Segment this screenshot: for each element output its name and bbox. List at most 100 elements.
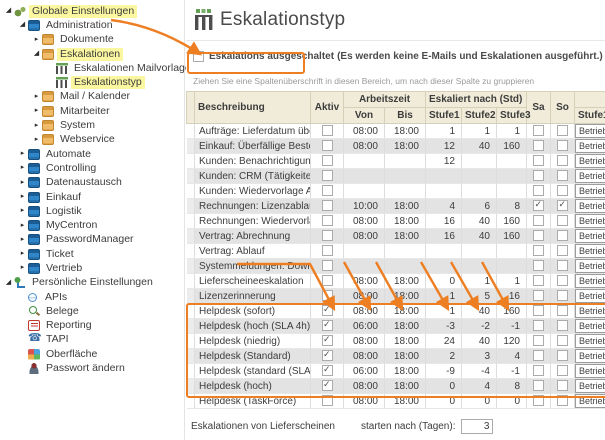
sa-checkbox[interactable] bbox=[533, 170, 544, 181]
cell-stufe1[interactable] bbox=[426, 169, 462, 184]
cell-beschreibung[interactable]: Aufträge: Lieferdatum überschritten bbox=[195, 124, 311, 139]
sa-checkbox[interactable] bbox=[533, 215, 544, 226]
cell-von[interactable]: 08:00 bbox=[344, 229, 385, 244]
aktiv-checkbox[interactable] bbox=[322, 215, 333, 226]
tree-expander-icon[interactable]: ▸ bbox=[31, 119, 42, 133]
cell-bis[interactable] bbox=[385, 184, 426, 199]
so-checkbox[interactable] bbox=[557, 395, 568, 406]
so-checkbox[interactable] bbox=[557, 335, 568, 346]
cell-von[interactable]: 08:00 bbox=[344, 334, 385, 349]
cell-stufe2[interactable]: 0 bbox=[462, 394, 497, 409]
cell-bis[interactable] bbox=[385, 169, 426, 184]
cell-beschreibung[interactable]: Vertrag: Ablauf bbox=[195, 244, 311, 259]
cell-von[interactable]: 08:00 bbox=[344, 124, 385, 139]
cell-beschreibung[interactable]: Vertrag: Abrechnung bbox=[195, 229, 311, 244]
tree-item-mail-kalender[interactable]: ▸Mail / Kalender bbox=[0, 90, 184, 104]
tree-expander-icon[interactable]: ◢ bbox=[31, 47, 42, 61]
tree-item-controlling[interactable]: ▸Controlling bbox=[0, 161, 184, 175]
sa-checkbox[interactable] bbox=[533, 380, 544, 391]
cell-bis[interactable]: 18:00 bbox=[385, 124, 426, 139]
sa-checkbox[interactable] bbox=[533, 365, 544, 376]
tree-item-apis[interactable]: APIs bbox=[0, 290, 184, 304]
so-checkbox[interactable] bbox=[557, 365, 568, 376]
aktiv-checkbox[interactable] bbox=[322, 170, 333, 181]
so-checkbox[interactable] bbox=[557, 245, 568, 256]
sa-checkbox[interactable] bbox=[533, 305, 544, 316]
tree-expander-icon[interactable]: ▸ bbox=[17, 176, 28, 190]
cell-stufe2[interactable]: 3 bbox=[462, 349, 497, 364]
tree-expander-icon[interactable]: ▸ bbox=[17, 161, 28, 175]
tree-expander-icon[interactable]: ▸ bbox=[17, 233, 28, 247]
tree-expander-icon[interactable]: ▸ bbox=[31, 133, 42, 147]
stufe1-dropdown[interactable]: Betrieb bbox=[575, 124, 605, 138]
column-header-von[interactable]: Von bbox=[344, 108, 385, 124]
cell-stufe2[interactable]: 5 bbox=[462, 289, 497, 304]
cell-stufe1[interactable]: 1 bbox=[426, 289, 462, 304]
cell-stufe1[interactable]: 2 bbox=[426, 349, 462, 364]
column-header-aktiv[interactable]: Aktiv bbox=[311, 92, 344, 124]
tree-item-mycentron[interactable]: ▸MyCentron bbox=[0, 218, 184, 232]
tree-item-dokumente[interactable]: ▸Dokumente bbox=[0, 33, 184, 47]
cell-stufe3[interactable] bbox=[497, 154, 527, 169]
tree-expander-icon[interactable]: ◢ bbox=[3, 4, 14, 18]
sa-checkbox[interactable] bbox=[533, 275, 544, 286]
so-checkbox[interactable] bbox=[557, 200, 568, 211]
column-header-stufe1-right[interactable]: Stufe1 bbox=[575, 108, 605, 124]
column-header-stufe1[interactable]: Stufe1 bbox=[426, 108, 462, 124]
tree-expander-icon[interactable]: ▸ bbox=[17, 261, 28, 275]
sa-checkbox[interactable] bbox=[533, 350, 544, 361]
cell-beschreibung[interactable]: Helpdesk (TaskForce) bbox=[195, 394, 311, 409]
cell-beschreibung[interactable]: Helpdesk (hoch) bbox=[195, 379, 311, 394]
cell-stufe1[interactable]: 1 bbox=[426, 304, 462, 319]
cell-stufe1[interactable] bbox=[426, 184, 462, 199]
column-header-bis[interactable]: Bis bbox=[385, 108, 426, 124]
cell-stufe2[interactable]: 40 bbox=[462, 214, 497, 229]
stufe1-dropdown[interactable]: Betrieb bbox=[575, 259, 605, 273]
cell-von[interactable]: 08:00 bbox=[344, 274, 385, 289]
stufe1-dropdown[interactable]: Betrieb bbox=[575, 364, 605, 378]
cell-bis[interactable]: 18:00 bbox=[385, 139, 426, 154]
aktiv-checkbox[interactable] bbox=[322, 275, 333, 286]
cell-stufe3[interactable]: 8 bbox=[497, 199, 527, 214]
cell-stufe3[interactable]: 0 bbox=[497, 394, 527, 409]
cell-bis[interactable]: 18:00 bbox=[385, 319, 426, 334]
cell-bis[interactable]: 18:00 bbox=[385, 394, 426, 409]
cell-stufe3[interactable]: 160 bbox=[497, 304, 527, 319]
stufe1-dropdown[interactable]: Betrieb bbox=[575, 184, 605, 198]
cell-stufe3[interactable]: 1 bbox=[497, 274, 527, 289]
tree-item-tapi[interactable]: TAPI bbox=[0, 333, 184, 347]
cell-beschreibung[interactable]: Helpdesk (sofort) bbox=[195, 304, 311, 319]
cell-stufe2[interactable]: 1 bbox=[462, 274, 497, 289]
stufe1-dropdown[interactable]: Betrieb bbox=[575, 334, 605, 348]
so-checkbox[interactable] bbox=[557, 350, 568, 361]
so-checkbox[interactable] bbox=[557, 275, 568, 286]
sa-checkbox[interactable] bbox=[533, 200, 544, 211]
cell-von[interactable] bbox=[344, 259, 385, 274]
cell-beschreibung[interactable]: Kunden: Benachrichtigung bbox=[195, 154, 311, 169]
cell-stufe3[interactable]: 8 bbox=[497, 379, 527, 394]
sa-checkbox[interactable] bbox=[533, 245, 544, 256]
tree-expander-icon[interactable]: ◢ bbox=[3, 276, 14, 290]
cell-bis[interactable] bbox=[385, 154, 426, 169]
cell-stufe2[interactable]: 40 bbox=[462, 139, 497, 154]
tree-item-webservice[interactable]: ▸Webservice bbox=[0, 133, 184, 147]
column-group-eskaliert[interactable]: Eskaliert nach (Std) bbox=[426, 92, 527, 108]
stufe1-dropdown[interactable]: Betrieb bbox=[575, 244, 605, 258]
aktiv-checkbox[interactable] bbox=[322, 320, 333, 331]
cell-stufe1[interactable]: -3 bbox=[426, 319, 462, 334]
cell-beschreibung[interactable]: Systemmeldungen: Download bbox=[195, 259, 311, 274]
sa-checkbox[interactable] bbox=[533, 230, 544, 241]
cell-stufe2[interactable] bbox=[462, 259, 497, 274]
tree-expander-icon[interactable]: ▸ bbox=[31, 90, 42, 104]
tree-expander-icon[interactable]: ▸ bbox=[31, 33, 42, 47]
stufe1-dropdown[interactable]: Betrieb bbox=[575, 214, 605, 228]
cell-stufe2[interactable] bbox=[462, 184, 497, 199]
sa-checkbox[interactable] bbox=[533, 140, 544, 151]
so-checkbox[interactable] bbox=[557, 170, 568, 181]
tree-item-pers-nliche-einstellungen[interactable]: ◢Persönliche Einstellungen bbox=[0, 276, 184, 290]
cell-von[interactable]: 10:00 bbox=[344, 199, 385, 214]
so-checkbox[interactable] bbox=[557, 215, 568, 226]
cell-beschreibung[interactable]: Helpdesk (standard (SLA 10h)) bbox=[195, 364, 311, 379]
cell-stufe2[interactable]: 40 bbox=[462, 229, 497, 244]
cell-bis[interactable]: 18:00 bbox=[385, 364, 426, 379]
